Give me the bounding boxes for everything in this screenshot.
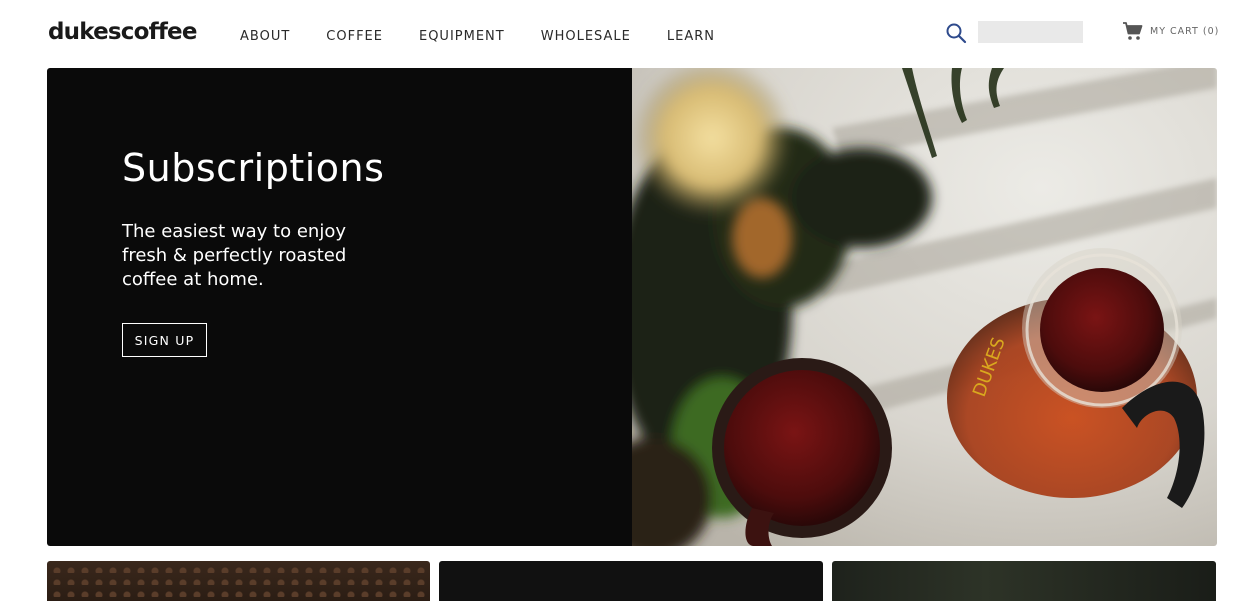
- site-header: dukescoffee ABOUT COFFEE EQUIPMENT WHOLE…: [0, 0, 1241, 68]
- hero-banner: Subscriptions The easiest way to enjoy f…: [47, 68, 1217, 546]
- hero-description: The easiest way to enjoy fresh & perfect…: [122, 221, 347, 290]
- nav-wholesale[interactable]: WHOLESALE: [541, 29, 631, 44]
- hero-image: DUKES: [632, 68, 1217, 546]
- nav-coffee[interactable]: COFFEE: [326, 29, 383, 44]
- feature-card-plants[interactable]: [832, 561, 1216, 601]
- nav-equipment[interactable]: EQUIPMENT: [419, 29, 505, 44]
- search-input[interactable]: [978, 21, 1083, 43]
- hero-title: Subscriptions: [122, 146, 385, 190]
- feature-card-dark[interactable]: [439, 561, 823, 601]
- feature-card-coffee-beans[interactable]: [47, 561, 430, 601]
- cart-link[interactable]: MY CART (0): [1122, 20, 1219, 42]
- logo[interactable]: dukescoffee: [48, 19, 197, 45]
- sign-up-button[interactable]: SIGN UP: [122, 323, 207, 357]
- hero-text-panel: Subscriptions The easiest way to enjoy f…: [47, 68, 632, 546]
- search-icon[interactable]: [945, 22, 967, 44]
- cart-label: MY CART (0): [1150, 25, 1220, 37]
- main-nav: ABOUT COFFEE EQUIPMENT WHOLESALE LEARN: [240, 29, 751, 44]
- nav-learn[interactable]: LEARN: [667, 29, 715, 44]
- nav-about[interactable]: ABOUT: [240, 29, 290, 44]
- cart-icon: [1123, 22, 1143, 40]
